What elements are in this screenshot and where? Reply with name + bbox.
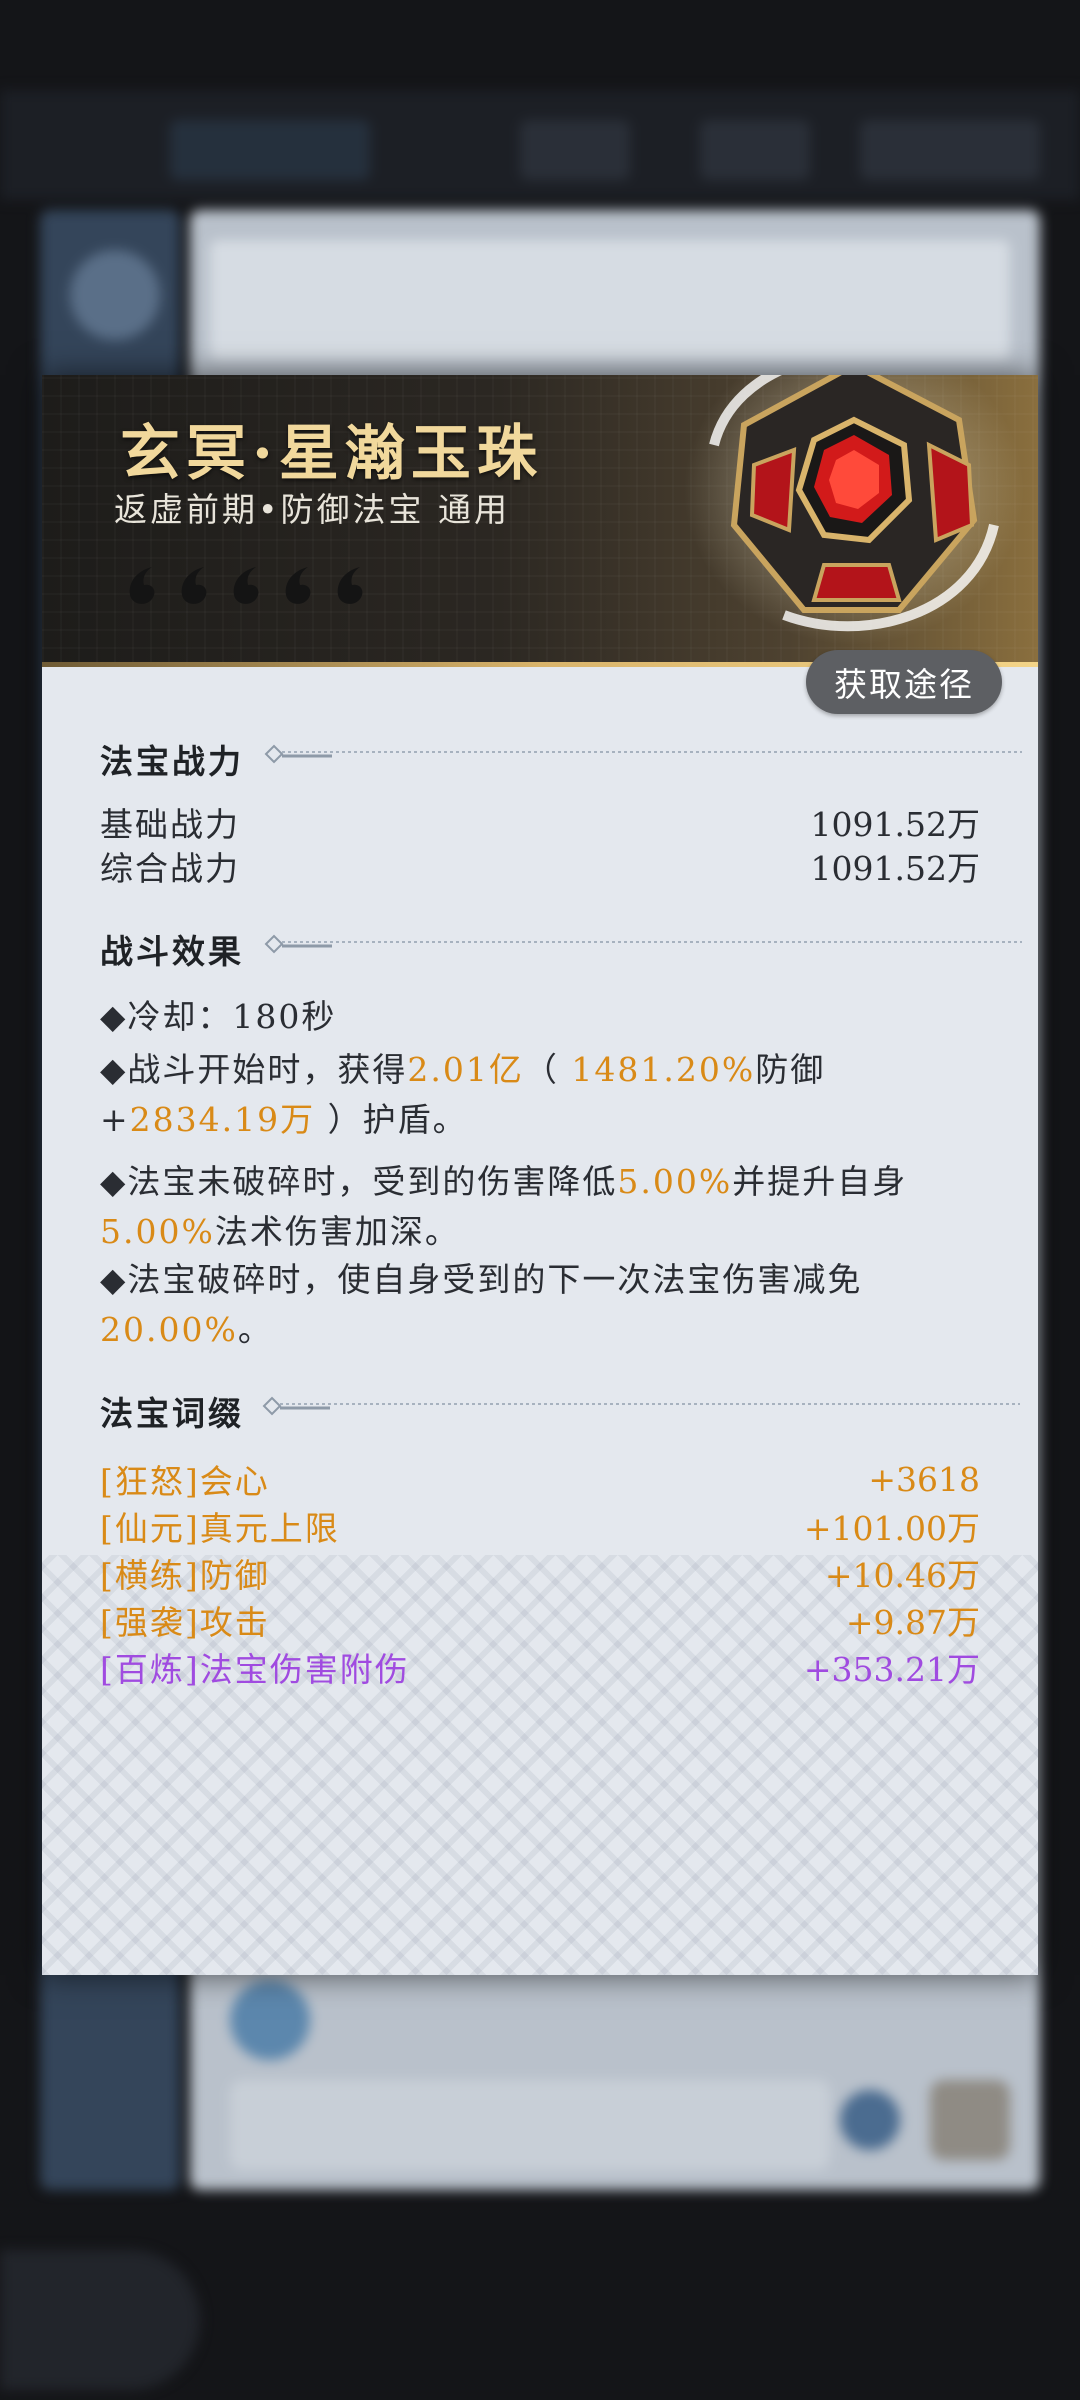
affix-label: [横练]防御 bbox=[100, 1556, 270, 1595]
combat-power-value: 1091.52万 bbox=[810, 805, 980, 844]
rating-drop-icon bbox=[122, 563, 168, 609]
effect-text: 法术伤害加深。 bbox=[214, 1212, 460, 1251]
combat-power-row: 基础战力 1091.52万 bbox=[100, 800, 980, 844]
effect-text: （ bbox=[523, 1050, 572, 1089]
effect-highlight: 1481.20% bbox=[571, 1050, 756, 1089]
effect-shield: ◆战斗开始时，获得2.01亿（ 1481.20%防御 +2834.19万 ）护盾。 bbox=[100, 1045, 1000, 1145]
effect-highlight: 5.00% bbox=[100, 1212, 215, 1251]
combat-power-value: 1091.52万 bbox=[810, 849, 980, 888]
affix-label: [狂怒]会心 bbox=[100, 1462, 270, 1501]
affix-row: [狂怒]会心 +3618 bbox=[100, 1457, 980, 1502]
rating-drop-icon bbox=[226, 563, 272, 609]
item-detail-card: 玄冥·星瀚玉珠 返虚前期•防御法宝 通用 获取途径 法宝战力 基础战力 1091… bbox=[42, 375, 1038, 1975]
effect-text: 防御 bbox=[755, 1050, 826, 1089]
background-tab bbox=[170, 120, 370, 180]
effect-text: 。 bbox=[237, 1310, 273, 1349]
effect-text: ◆法宝破碎时，使自身受到的下一次法宝伤害减免 bbox=[100, 1260, 863, 1299]
affix-row: [横练]防御 +10.46万 bbox=[100, 1551, 980, 1595]
effect-highlight: 2.01亿 bbox=[407, 1050, 524, 1089]
background-back-button bbox=[0, 2250, 200, 2390]
effect-broken: ◆法宝破碎时，使自身受到的下一次法宝伤害减免 20.00%。 bbox=[100, 1255, 1000, 1355]
source-button[interactable]: 获取途径 bbox=[806, 650, 1002, 714]
effect-cooldown: ◆冷却：180秒 bbox=[100, 997, 337, 1036]
background-avatar bbox=[70, 250, 160, 340]
affix-value: +101.00万 bbox=[803, 1509, 980, 1548]
battle-effects-title: 战斗效果 bbox=[100, 932, 244, 971]
affix-row: [强袭]攻击 +9.87万 bbox=[100, 1598, 980, 1642]
background-tab bbox=[860, 120, 1040, 180]
rating-stars bbox=[122, 563, 376, 609]
section-divider-icon bbox=[264, 934, 1022, 954]
affix-label: [百炼]法宝伤害附伤 bbox=[100, 1650, 410, 1689]
background-tab bbox=[520, 120, 630, 180]
effect-highlight: 20.00% bbox=[100, 1310, 238, 1349]
effect-text: + bbox=[100, 1100, 130, 1139]
background-panel-inner bbox=[210, 240, 1010, 360]
affixes-title: 法宝词缀 bbox=[100, 1394, 244, 1433]
background-button bbox=[840, 2090, 900, 2150]
background-avatar bbox=[230, 1980, 310, 2060]
combat-power-label: 综合战力 bbox=[100, 849, 240, 888]
combat-power-title: 法宝战力 bbox=[100, 742, 244, 781]
artifact-orb-icon bbox=[684, 375, 1024, 645]
effect-text: ）护盾。 bbox=[315, 1100, 468, 1139]
effect-highlight: 2834.19万 bbox=[129, 1100, 316, 1139]
affix-value: +3618 bbox=[868, 1459, 980, 1499]
effect-text: ◆战斗开始时，获得 bbox=[100, 1050, 408, 1089]
affix-value: +10.46万 bbox=[824, 1556, 980, 1595]
effect-highlight: 5.00% bbox=[617, 1162, 733, 1201]
section-divider-icon bbox=[264, 744, 1022, 764]
item-title: 玄冥·星瀚玉珠 bbox=[120, 419, 543, 489]
effect-text: 并提升自身 bbox=[732, 1162, 908, 1201]
background-button bbox=[930, 2080, 1010, 2160]
affix-label: [强袭]攻击 bbox=[100, 1603, 270, 1642]
rating-drop-icon bbox=[330, 563, 376, 609]
affix-value: +9.87万 bbox=[845, 1603, 980, 1642]
effect-damage-reduction: ◆法宝未破碎时，受到的伤害降低5.00%并提升自身5.00%法术伤害加深。 bbox=[100, 1157, 1000, 1257]
affix-row: [百炼]法宝伤害附伤 +353.21万 bbox=[100, 1645, 980, 1689]
background-tab bbox=[700, 120, 810, 180]
affix-label: [仙元]真元上限 bbox=[100, 1509, 340, 1548]
rating-drop-icon bbox=[174, 563, 220, 609]
combat-power-label: 基础战力 bbox=[100, 805, 240, 844]
background-input bbox=[230, 2080, 830, 2170]
item-subtitle: 返虚前期•防御法宝 通用 bbox=[114, 490, 510, 529]
combat-power-row: 综合战力 1091.52万 bbox=[100, 844, 980, 888]
affix-row: [仙元]真元上限 +101.00万 bbox=[100, 1504, 980, 1548]
rating-drop-icon bbox=[278, 563, 324, 609]
affix-value: +353.21万 bbox=[803, 1650, 980, 1689]
section-divider-icon bbox=[262, 1396, 1020, 1416]
effect-text: ◆法宝未破碎时，受到的伤害降低 bbox=[100, 1162, 618, 1201]
